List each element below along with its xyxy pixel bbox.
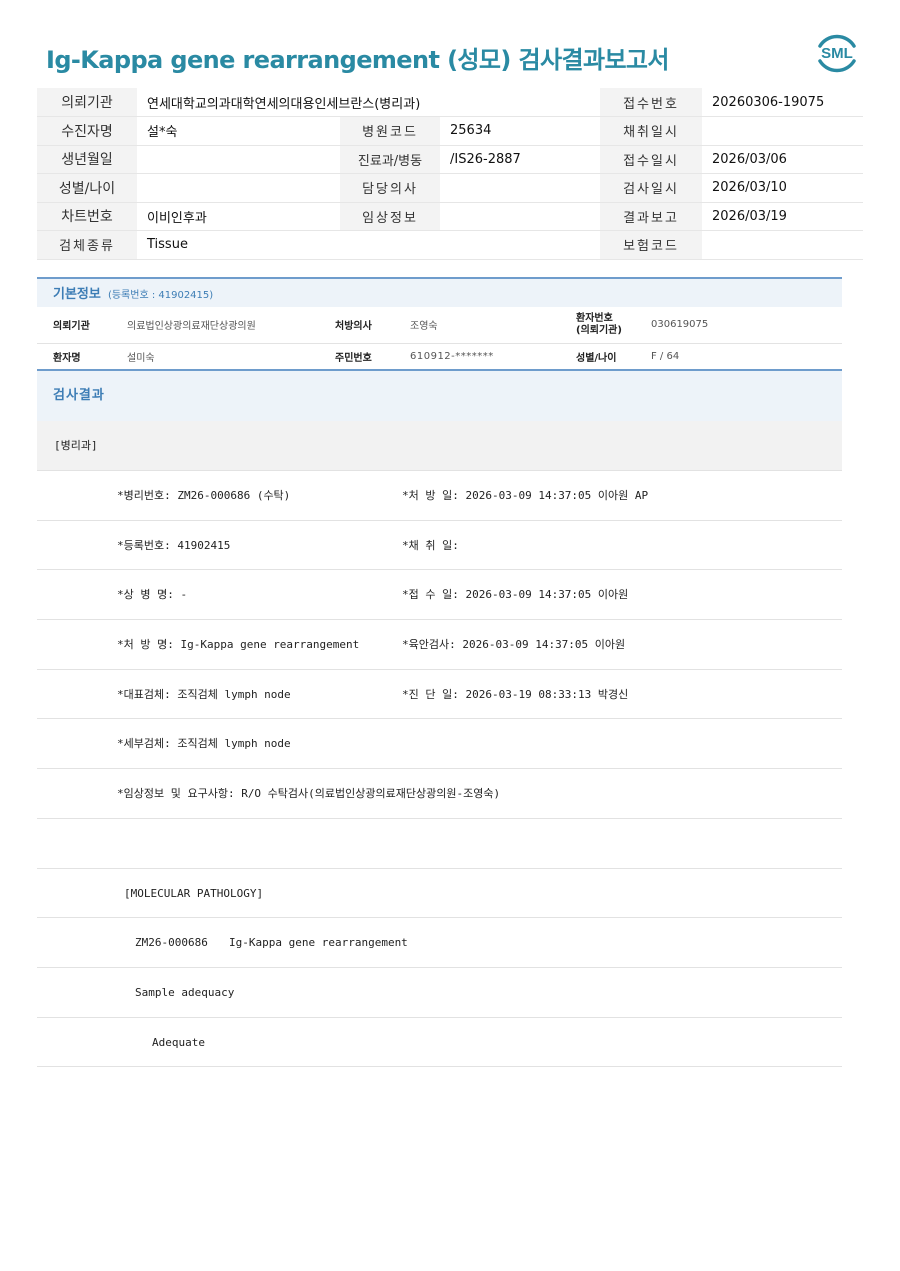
- sample-adequacy-value: Adequate: [152, 1035, 205, 1049]
- basic-info-header: 기본정보 (등록번호 : 41902415): [37, 277, 842, 307]
- header-label: 병원코드: [340, 116, 440, 146]
- header-label: 수진자명: [37, 116, 137, 146]
- header-value: 설*숙: [137, 116, 340, 146]
- result-line: *등록번호: 41902415 *채 취 일:: [37, 521, 842, 571]
- header-row-1: 의뢰기관 연세대학교의과대학연세의대용인세브란스(병리과) 접수번호 20260…: [37, 88, 863, 117]
- molecular-test-name: Ig-Kappa gene rearrangement: [229, 936, 408, 950]
- result-line: *상 병 명: - *접 수 일: 2026-03-09 14:37:05 이아…: [37, 570, 842, 621]
- basic-info-row: 의뢰기관 의료법인상광의료재단상광의원 처방의사 조영숙 환자번호 (의뢰기관)…: [37, 307, 842, 344]
- header-label: 채취일시: [600, 116, 702, 146]
- result-line: *세부검체: 조직검체 lymph node: [37, 719, 842, 770]
- doctor-value: 조영숙: [410, 307, 576, 344]
- header-value: [137, 173, 340, 203]
- header-row-2: 수진자명 설*숙 병원코드 25634 채취일시: [37, 116, 863, 146]
- resident-no-value: 610912-*******: [410, 350, 494, 362]
- molecular-code: ZM26-000686: [135, 936, 208, 950]
- header-value: 이비인후과: [137, 202, 340, 231]
- pathology-dept-label: [병리과]: [37, 421, 842, 471]
- sml-logo: SML: [818, 34, 856, 73]
- result-line: *대표검체: 조직검체 lymph node *진 단 일: 2026-03-1…: [37, 670, 842, 720]
- patient-no-label-line1: 환자번호: [576, 312, 613, 324]
- basic-info-row: 환자명 설미숙 주민번호 610912-******* 성별/나이 F / 64: [37, 343, 842, 369]
- patient-name-value: 설미숙: [127, 352, 155, 364]
- info-label: 주민번호: [335, 352, 372, 364]
- adequacy-result-line: Adequate: [37, 1018, 842, 1068]
- header-label: 진료과/병동: [340, 145, 440, 174]
- header-label: 결과보고: [600, 202, 702, 231]
- result-line: *병리번호: ZM26-000686 (수탁) *처 방 일: 2026-03-…: [37, 471, 842, 521]
- header-value: 연세대학교의과대학연세의대용인세브란스(병리과): [137, 88, 600, 117]
- registration-number: (등록번호 : 41902415): [107, 290, 214, 301]
- svg-text:SML: SML: [821, 45, 853, 62]
- results-body: *병리번호: ZM26-000686 (수탁) *처 방 일: 2026-03-…: [37, 471, 842, 1068]
- patient-no-label-line2: (의뢰기관): [576, 324, 622, 336]
- header-label: 검체종류: [37, 230, 137, 260]
- header-value: [702, 230, 863, 260]
- header-label: 차트번호: [37, 202, 137, 231]
- result-right-text: *채 취 일:: [402, 538, 459, 552]
- header-label: 접수번호: [600, 88, 702, 117]
- result-right-text: *처 방 일: 2026-03-09 14:37:05 이아원 AP: [402, 489, 649, 502]
- header-value: [702, 116, 863, 146]
- header-row-4: 성별/나이 담당의사 검사일시 2026/03/10: [37, 173, 863, 203]
- result-right-text: *진 단 일: 2026-03-19 08:33:13 박경신: [402, 687, 629, 701]
- header-value: 2026/03/19: [702, 202, 863, 231]
- info-label: 환자명: [53, 352, 81, 364]
- header-label: 접수일시: [600, 145, 702, 174]
- header-value: /IS26-2887: [440, 145, 600, 174]
- result-left-text: *상 병 명: -: [117, 588, 188, 602]
- header-label: 의뢰기관: [37, 88, 137, 117]
- result-line: *임상정보 및 요구사항: R/O 수탁검사(의료법인상광의료재단상광의원-조영…: [37, 769, 842, 819]
- header-value: [137, 145, 340, 174]
- header-row-5: 차트번호 이비인후과 임상정보 결과보고 2026/03/19: [37, 202, 863, 231]
- basic-info-table: 의뢰기관 의료법인상광의료재단상광의원 처방의사 조영숙 환자번호 (의뢰기관)…: [37, 307, 842, 369]
- header-label: 생년월일: [37, 145, 137, 174]
- header-label: 임상정보: [340, 202, 440, 231]
- blank-line: [37, 819, 842, 869]
- basic-info-title: 기본정보: [53, 287, 101, 302]
- info-label: 성별/나이: [576, 352, 617, 364]
- result-left-text: *처 방 명: Ig-Kappa gene rearrangement: [117, 638, 360, 652]
- patient-header-table: 의뢰기관 연세대학교의과대학연세의대용인세브란스(병리과) 접수번호 20260…: [37, 88, 863, 260]
- molecular-header-line: [MOLECULAR PATHOLOGY]: [37, 869, 842, 919]
- result-right-text: *육안검사: 2026-03-09 14:37:05 이아원: [402, 638, 626, 652]
- sample-adequacy-line: Sample adequacy: [37, 968, 842, 1018]
- result-left-text: *등록번호: 41902415: [117, 538, 231, 552]
- sample-adequacy-label: Sample adequacy: [135, 985, 235, 999]
- header-value: [440, 173, 600, 203]
- report-title: Ig-Kappa gene rearrangement (성모) 검사결과보고서: [46, 46, 669, 74]
- info-label: 의뢰기관: [37, 307, 127, 344]
- header-label: 성별/나이: [37, 173, 137, 203]
- header-value: 25634: [440, 116, 600, 146]
- header-value: [440, 202, 600, 231]
- institution-value: 의료법인상광의료재단상광의원: [127, 307, 335, 344]
- header-row-3: 생년월일 진료과/병동 /IS26-2887 접수일시 2026/03/06: [37, 145, 863, 174]
- header-value: 2026/03/06: [702, 145, 863, 174]
- result-line: *처 방 명: Ig-Kappa gene rearrangement *육안검…: [37, 620, 842, 670]
- molecular-pathology-header: [MOLECULAR PATHOLOGY]: [124, 886, 264, 900]
- header-label: 보험코드: [600, 230, 702, 260]
- result-left-text: *임상정보 및 요구사항: R/O 수탁검사(의료법인상광의료재단상광의원-조영…: [117, 787, 501, 801]
- patient-no-value: 030619075: [651, 307, 842, 344]
- header-label: 검사일시: [600, 173, 702, 203]
- result-right-text: *접 수 일: 2026-03-09 14:37:05 이아원: [402, 588, 629, 602]
- header-row-6: 검체종류 Tissue 보험코드: [37, 230, 863, 260]
- molecular-test-line: ZM26-000686 Ig-Kappa gene rearrangement: [37, 918, 842, 968]
- results-header: 검사결과: [37, 369, 842, 421]
- result-left-text: *세부검체: 조직검체 lymph node: [117, 737, 291, 751]
- sex-age-value: F / 64: [651, 350, 680, 362]
- result-left-text: *병리번호: ZM26-000686 (수탁): [117, 489, 291, 502]
- header-label: 담당의사: [340, 173, 440, 203]
- header-value: 20260306-19075: [702, 88, 863, 117]
- header-value: Tissue: [137, 230, 600, 260]
- result-left-text: *대표검체: 조직검체 lymph node: [117, 687, 291, 701]
- info-label: 환자번호 (의뢰기관): [576, 307, 651, 344]
- header-value: 2026/03/10: [702, 173, 863, 203]
- info-label: 처방의사: [335, 307, 410, 344]
